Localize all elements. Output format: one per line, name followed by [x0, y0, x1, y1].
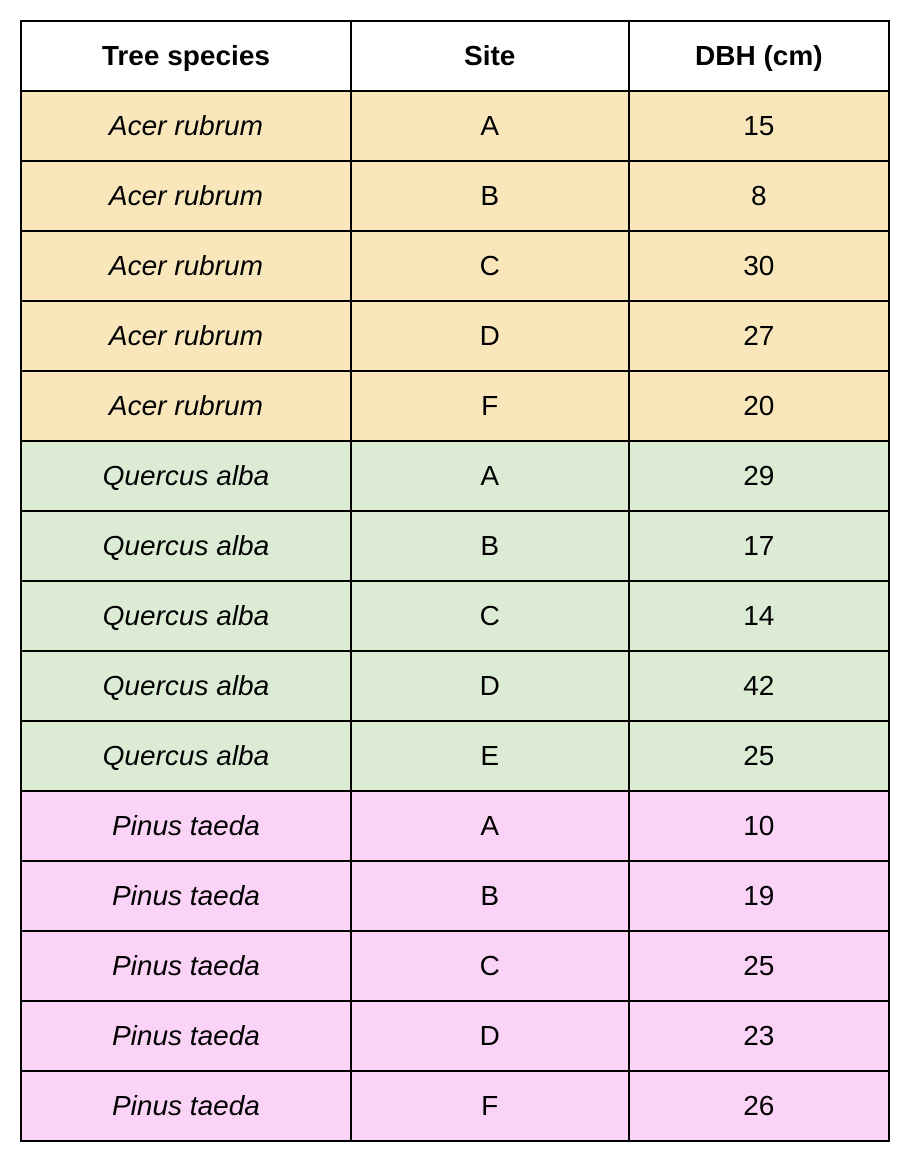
cell-dbh: 15 [629, 91, 889, 161]
cell-dbh: 26 [629, 1071, 889, 1141]
cell-site: D [351, 651, 629, 721]
cell-site: D [351, 1001, 629, 1071]
cell-species: Acer rubrum [21, 161, 351, 231]
table-row: Acer rubrum F 20 [21, 371, 889, 441]
cell-species: Pinus taeda [21, 791, 351, 861]
cell-dbh: 27 [629, 301, 889, 371]
table-row: Pinus taeda B 19 [21, 861, 889, 931]
cell-dbh: 8 [629, 161, 889, 231]
cell-species: Pinus taeda [21, 931, 351, 1001]
cell-dbh: 20 [629, 371, 889, 441]
table-body: Acer rubrum A 15 Acer rubrum B 8 Acer ru… [21, 91, 889, 1141]
table-header-row: Tree species Site DBH (cm) [21, 21, 889, 91]
table-row: Acer rubrum C 30 [21, 231, 889, 301]
cell-species: Acer rubrum [21, 301, 351, 371]
table-row: Quercus alba A 29 [21, 441, 889, 511]
cell-site: A [351, 791, 629, 861]
cell-site: C [351, 581, 629, 651]
cell-species: Quercus alba [21, 721, 351, 791]
cell-site: C [351, 231, 629, 301]
cell-dbh: 19 [629, 861, 889, 931]
cell-species: Quercus alba [21, 441, 351, 511]
cell-site: C [351, 931, 629, 1001]
cell-site: A [351, 441, 629, 511]
cell-site: B [351, 861, 629, 931]
table-row: Quercus alba D 42 [21, 651, 889, 721]
table-row: Quercus alba E 25 [21, 721, 889, 791]
cell-dbh: 14 [629, 581, 889, 651]
cell-site: D [351, 301, 629, 371]
header-site: Site [351, 21, 629, 91]
cell-dbh: 25 [629, 931, 889, 1001]
cell-dbh: 10 [629, 791, 889, 861]
cell-species: Pinus taeda [21, 1071, 351, 1141]
table-row: Pinus taeda C 25 [21, 931, 889, 1001]
header-dbh: DBH (cm) [629, 21, 889, 91]
cell-site: B [351, 161, 629, 231]
table-row: Pinus taeda F 26 [21, 1071, 889, 1141]
table-row: Pinus taeda A 10 [21, 791, 889, 861]
cell-site: B [351, 511, 629, 581]
header-species: Tree species [21, 21, 351, 91]
table-row: Acer rubrum A 15 [21, 91, 889, 161]
table-row: Pinus taeda D 23 [21, 1001, 889, 1071]
table-row: Acer rubrum D 27 [21, 301, 889, 371]
cell-site: F [351, 371, 629, 441]
cell-dbh: 29 [629, 441, 889, 511]
tree-data-table: Tree species Site DBH (cm) Acer rubrum A… [20, 20, 890, 1142]
table-row: Quercus alba C 14 [21, 581, 889, 651]
cell-dbh: 25 [629, 721, 889, 791]
cell-species: Pinus taeda [21, 861, 351, 931]
cell-dbh: 23 [629, 1001, 889, 1071]
table-row: Quercus alba B 17 [21, 511, 889, 581]
cell-species: Quercus alba [21, 581, 351, 651]
cell-species: Quercus alba [21, 651, 351, 721]
cell-species: Acer rubrum [21, 91, 351, 161]
cell-species: Acer rubrum [21, 371, 351, 441]
cell-species: Acer rubrum [21, 231, 351, 301]
cell-site: E [351, 721, 629, 791]
cell-species: Quercus alba [21, 511, 351, 581]
cell-site: A [351, 91, 629, 161]
cell-dbh: 30 [629, 231, 889, 301]
cell-dbh: 17 [629, 511, 889, 581]
cell-dbh: 42 [629, 651, 889, 721]
table-row: Acer rubrum B 8 [21, 161, 889, 231]
cell-site: F [351, 1071, 629, 1141]
cell-species: Pinus taeda [21, 1001, 351, 1071]
